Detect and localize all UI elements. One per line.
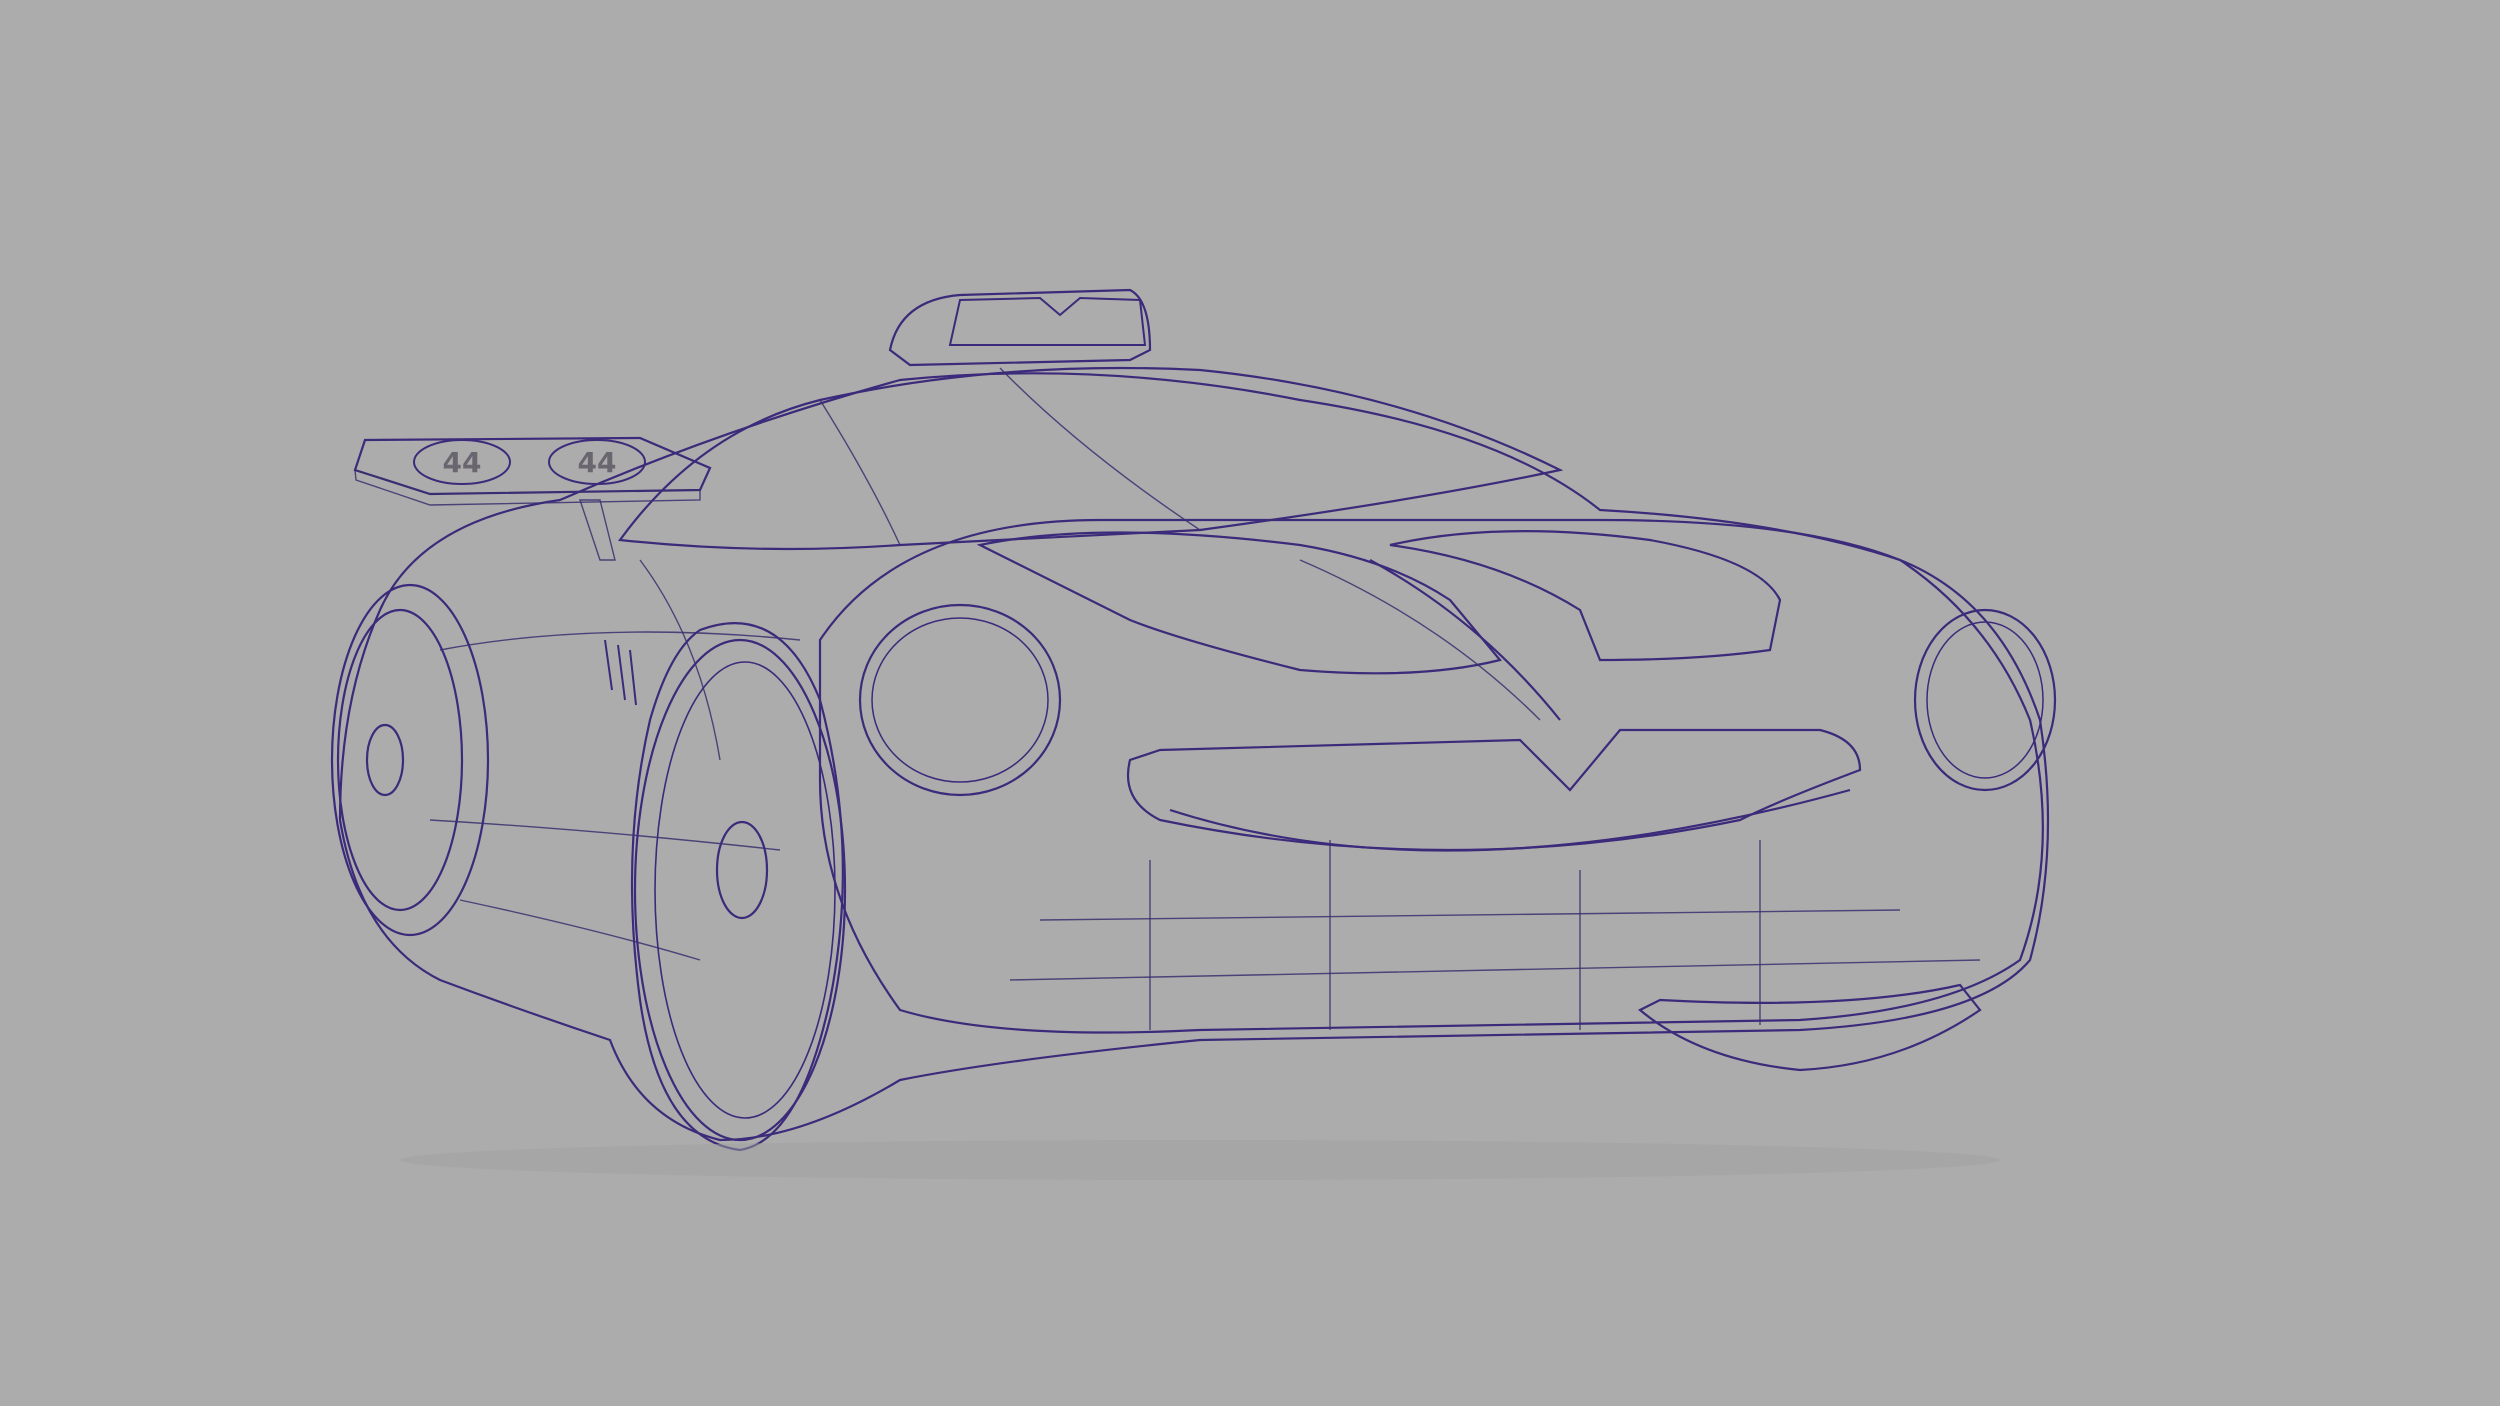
- front-left-wheel: [630, 622, 847, 1152]
- rear-spoiler: 44 44: [353, 436, 712, 561]
- car-render: 44 44: [330, 288, 2057, 1180]
- front-right-wheel: [1638, 983, 1982, 1072]
- car-body: [338, 288, 2057, 1142]
- spoiler-badge-left: 44: [443, 446, 482, 479]
- spoiler-badge-right: 44: [578, 446, 617, 479]
- 3d-viewport[interactable]: 44 44: [0, 0, 2500, 1406]
- ground-shadow: [400, 1140, 2000, 1180]
- rear-wheel: [330, 583, 490, 937]
